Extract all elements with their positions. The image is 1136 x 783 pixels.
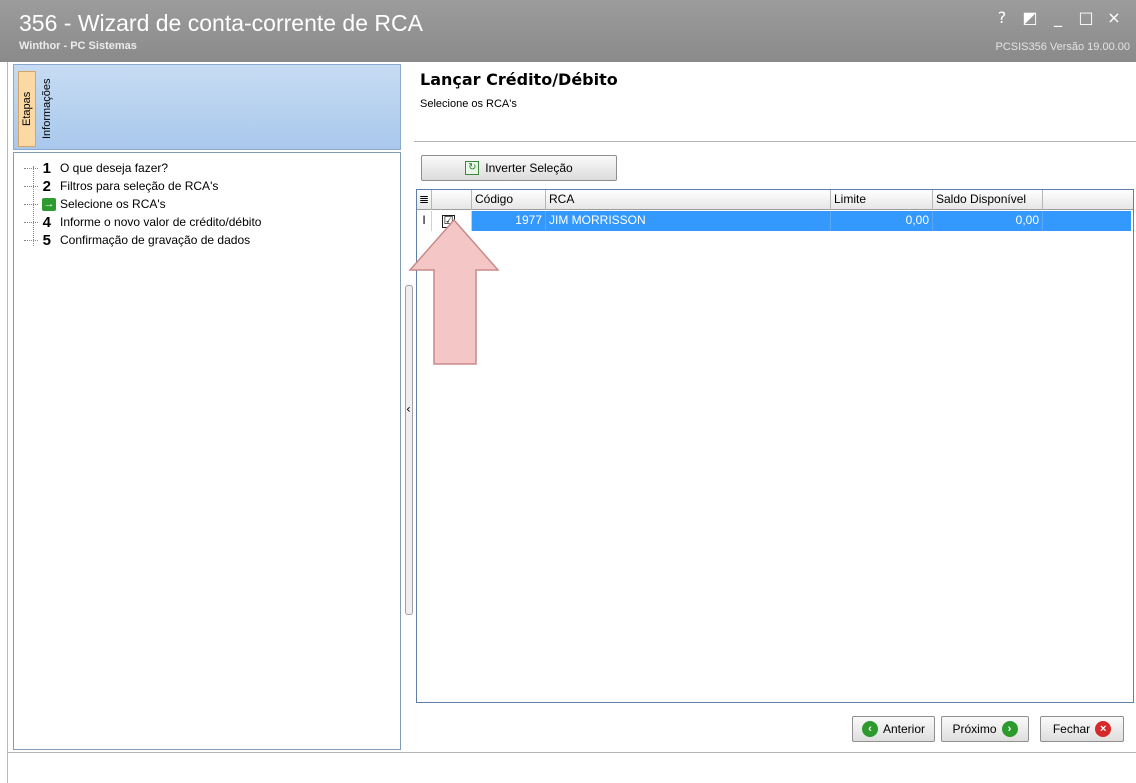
maximize-icon[interactable]: □ [1078,8,1094,27]
step-number: 4 [42,213,51,231]
previous-label: Anterior [882,722,926,736]
tree-connector [24,221,38,223]
tab-informacoes[interactable]: Informações [38,71,56,147]
step-label: O que deseja fazer? [60,161,169,175]
arrow-right-icon: › [1001,721,1018,737]
tree-connector [24,239,38,241]
status-bar [8,752,1136,783]
step-label: Filtros para seleção de RCA's [60,179,219,193]
tree-connector [24,167,38,169]
window-title: 356 - Wizard de conta-corrente de RCA [19,10,423,36]
invert-selection-button[interactable]: ↻ Inverter Seleção [421,155,617,181]
refresh-icon: ↻ [465,161,480,175]
page-title: Lançar Crédito/Débito [420,70,618,89]
cell-saldo[interactable]: 0,00 [933,211,1043,231]
tree-connector [24,203,38,205]
column-chooser-icon[interactable]: ≣ [417,190,432,210]
collapse-left-icon[interactable]: ‹ [406,402,411,416]
help-icon[interactable]: ? [994,8,1010,27]
minimize-icon[interactable]: _ [1050,8,1066,27]
column-header-check[interactable] [432,190,472,210]
steps-panel-header: Etapas Informações [13,64,401,150]
column-header-saldo[interactable]: Saldo Disponível [933,190,1043,210]
step-label: Confirmação de gravação de dados [60,233,251,247]
step-number: 2 [42,177,51,195]
next-button[interactable]: Próximo › [941,716,1029,742]
tree-connector [24,185,38,187]
column-header-limite[interactable]: Limite [831,190,933,210]
grid-header: ≣ Código RCA Limite Saldo Disponível [417,190,1133,210]
step-label: Informe o novo valor de crédito/débito [60,215,262,229]
step-item-1[interactable]: 1 O que deseja fazer? [24,159,168,177]
table-row[interactable]: I ☑ 1977 JIM MORRISSON 0,00 0,00 [417,211,1133,231]
cell-rca[interactable]: JIM MORRISSON [546,211,831,231]
invert-selection-label: Inverter Seleção [485,161,573,175]
next-label: Próximo [952,722,997,736]
step-item-3[interactable]: → Selecione os RCA's [24,195,166,213]
close-label: Fechar [1052,722,1091,736]
previous-button[interactable]: ‹ Anterior [852,716,935,742]
column-header-rca[interactable]: RCA [546,190,831,210]
close-icon[interactable]: × [1106,8,1122,27]
version-label: PCSIS356 Versão 19.00.00 [995,41,1130,53]
steps-tree: 1 O que deseja fazer? 2 Filtros para sel… [13,152,401,750]
vertical-tabs: Etapas Informações [18,69,58,149]
tab-etapas[interactable]: Etapas [18,71,36,147]
column-header-codigo[interactable]: Código [472,190,546,210]
step-number: 1 [42,159,51,177]
page-subtitle: Selecione os RCA's [420,98,517,110]
window-frame [0,62,8,783]
current-step-arrow-icon: → [42,197,56,211]
step-item-5[interactable]: 5 Confirmação de gravação de dados [24,231,250,249]
cell-empty [1043,211,1131,231]
arrow-left-icon: ‹ [861,721,878,737]
step-item-4[interactable]: 4 Informe o novo valor de crédito/débito [24,213,261,231]
wizard-header: Lançar Crédito/Débito Selecione os RCA's [414,64,1136,142]
step-label: Selecione os RCA's [60,197,166,211]
step-item-2[interactable]: 2 Filtros para seleção de RCA's [24,177,218,195]
restore-icon[interactable]: ◩ [1022,8,1038,27]
window-subtitle: Winthor - PC Sistemas [19,40,137,52]
rca-grid[interactable]: ≣ Código RCA Limite Saldo Disponível I ☑… [416,189,1134,703]
annotation-up-arrow-icon [408,218,500,365]
step-number: 5 [42,231,51,249]
title-bar: 356 - Wizard de conta-corrente de RCA Wi… [0,0,1136,62]
cell-limite[interactable]: 0,00 [831,211,933,231]
window-controls: ? ◩ _ □ × [994,8,1122,27]
close-button[interactable]: Fechar × [1040,716,1124,742]
column-header-empty [1043,190,1131,210]
close-x-icon: × [1095,721,1112,737]
